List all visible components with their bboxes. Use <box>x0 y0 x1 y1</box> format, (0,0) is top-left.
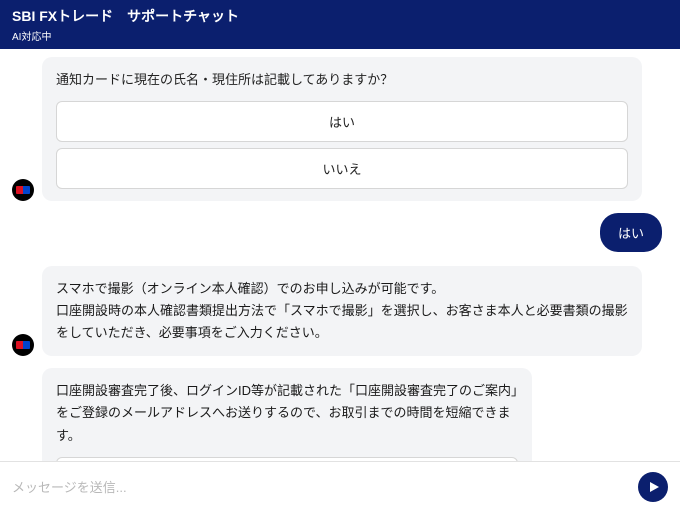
user-message-row: はい <box>12 213 668 252</box>
chat-header: SBI FXトレード サポートチャット AI対応中 <box>0 0 680 49</box>
header-title: SBI FXトレード サポートチャット <box>12 6 668 26</box>
bot-bubble-info2: 口座開設審査完了後、ログインID等が記載された「口座開設審査完了のご案内」をご登… <box>42 368 532 461</box>
send-button[interactable] <box>638 472 668 502</box>
bot-avatar <box>12 334 34 356</box>
choice-yes-button[interactable]: はい <box>56 101 628 142</box>
send-icon <box>650 482 659 492</box>
info-detail-button[interactable]: スマホで撮影（オンライン本人確認）とは <box>56 457 518 461</box>
bot-message-row-2: スマホで撮影（オンライン本人確認）でのお申し込みが可能です。 口座開設時の本人確… <box>12 266 668 356</box>
chat-scroll-area[interactable]: 通知カードに現在の氏名・現住所は記載してありますか？ はい いいえ はい スマホ… <box>0 49 680 461</box>
user-bubble: はい <box>600 213 662 252</box>
info2-text: 口座開設審査完了後、ログインID等が記載された「口座開設審査完了のご案内」をご登… <box>56 380 518 446</box>
bot-bubble-info1: スマホで撮影（オンライン本人確認）でのお申し込みが可能です。 口座開設時の本人確… <box>42 266 642 356</box>
header-status: AI対応中 <box>12 28 668 43</box>
bot-bubble-question: 通知カードに現在の氏名・現住所は記載してありますか？ はい いいえ <box>42 57 642 201</box>
bot-message-row: 通知カードに現在の氏名・現住所は記載してありますか？ はい いいえ <box>12 57 668 201</box>
bot-message-row-3: 口座開設審査完了後、ログインID等が記載された「口座開設審査完了のご案内」をご登… <box>12 368 668 461</box>
bot-avatar <box>12 179 34 201</box>
choice-no-button[interactable]: いいえ <box>56 148 628 189</box>
input-bar <box>0 461 680 512</box>
question-text: 通知カードに現在の氏名・現住所は記載してありますか？ <box>56 69 628 91</box>
message-input[interactable] <box>12 480 630 495</box>
